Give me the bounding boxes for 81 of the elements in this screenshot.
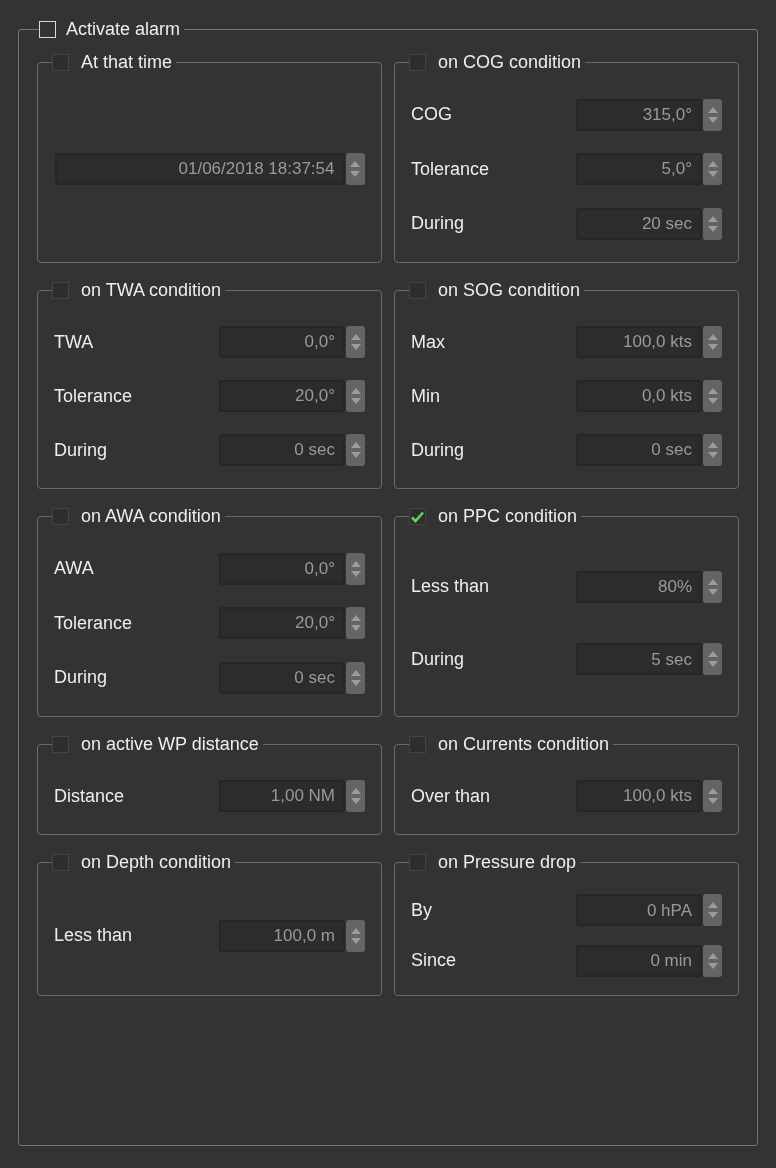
checkbox-label: Activate alarm xyxy=(66,18,181,41)
checkmark-icon xyxy=(411,510,424,523)
field-label: Tolerance xyxy=(54,384,133,408)
spin-field[interactable]: 01/06/2018 18:37:54 xyxy=(54,153,345,185)
spin-field[interactable]: 80% xyxy=(576,570,702,603)
spin-arrows-icon[interactable] xyxy=(703,98,722,131)
field-label: During xyxy=(411,438,465,462)
field-label: Tolerance xyxy=(54,611,133,635)
field-label: During xyxy=(411,212,465,235)
field-label: TWA xyxy=(54,330,94,354)
field-label: Max xyxy=(411,330,445,354)
spin-field[interactable]: 0,0° xyxy=(219,326,345,358)
spin-arrows-icon[interactable] xyxy=(703,153,722,185)
checkbox[interactable] xyxy=(409,282,426,299)
spin-field[interactable]: 1,00 NM xyxy=(219,780,345,812)
spin-arrows-icon[interactable] xyxy=(703,326,722,358)
spin-arrows-icon[interactable] xyxy=(703,944,722,977)
spin-arrows-icon[interactable] xyxy=(703,643,722,676)
spin-arrows-icon[interactable] xyxy=(345,153,365,185)
spin-field[interactable]: 0 sec xyxy=(219,434,345,466)
spin-arrows-icon[interactable] xyxy=(346,780,365,812)
field-label: During xyxy=(411,647,465,671)
spin-arrows-icon[interactable] xyxy=(346,434,365,466)
checkbox-label: on AWA condition xyxy=(81,505,221,528)
spin-field[interactable]: 0 min xyxy=(576,944,702,977)
checkbox[interactable] xyxy=(409,54,426,71)
checkbox[interactable] xyxy=(409,508,426,525)
checkbox-label: on SOG condition xyxy=(438,279,581,302)
checkbox-label: on Pressure drop xyxy=(438,851,577,874)
field-label: COG xyxy=(411,103,452,126)
checkbox[interactable] xyxy=(52,282,69,299)
spin-arrows-icon[interactable] xyxy=(703,434,722,466)
checkbox-label: on PPC condition xyxy=(438,505,578,528)
checkbox[interactable] xyxy=(52,508,69,525)
spin-field[interactable]: 315,0° xyxy=(576,98,702,131)
field-label: Tolerance xyxy=(411,157,490,181)
field-label: Over than xyxy=(411,784,491,808)
checkbox[interactable] xyxy=(52,736,69,753)
spin-arrows-icon[interactable] xyxy=(346,919,365,952)
spin-field[interactable]: 20,0° xyxy=(219,380,345,412)
spin-arrows-icon[interactable] xyxy=(703,570,722,603)
spin-field[interactable]: 100,0 kts xyxy=(576,780,702,812)
spin-field[interactable]: 5,0° xyxy=(576,153,702,185)
field-label: AWA xyxy=(54,557,94,580)
field-label: Since xyxy=(411,949,457,973)
spin-field[interactable]: 20,0° xyxy=(219,607,345,639)
field-label: Min xyxy=(411,384,440,408)
checkbox-label: on Depth condition xyxy=(81,851,232,874)
checkbox-label: on active WP distance xyxy=(81,733,259,756)
spin-field[interactable]: 100,0 m xyxy=(219,919,345,952)
spin-field[interactable]: 0 hPA xyxy=(576,894,702,927)
checkbox-label: on Currents condition xyxy=(438,733,610,756)
spin-field[interactable]: 0 sec xyxy=(219,661,345,694)
checkbox[interactable] xyxy=(409,736,426,753)
checkbox[interactable] xyxy=(52,54,69,71)
checkbox-label: At that time xyxy=(81,51,173,74)
spin-arrows-icon[interactable] xyxy=(346,661,365,694)
checkbox-label: on TWA condition xyxy=(81,279,222,302)
spin-arrows-icon[interactable] xyxy=(346,607,365,639)
field-label: During xyxy=(54,438,108,462)
checkbox[interactable] xyxy=(52,854,69,871)
checkbox[interactable] xyxy=(409,854,426,871)
spin-arrows-icon[interactable] xyxy=(703,894,722,927)
checkbox-label: on COG condition xyxy=(438,51,582,74)
spin-field[interactable]: 5 sec xyxy=(576,643,702,676)
spin-field[interactable]: 0 sec xyxy=(576,434,702,466)
spin-field[interactable]: 20 sec xyxy=(576,207,702,240)
field-label: Less than xyxy=(411,575,490,599)
spin-field[interactable]: 0,0° xyxy=(219,552,345,585)
spin-arrows-icon[interactable] xyxy=(346,552,365,585)
spin-arrows-icon[interactable] xyxy=(703,207,722,240)
field-label: By xyxy=(411,898,432,922)
spin-arrows-icon[interactable] xyxy=(346,326,365,358)
spin-arrows-icon[interactable] xyxy=(346,380,365,412)
field-label: During xyxy=(54,666,108,689)
spin-field[interactable]: 0,0 kts xyxy=(576,380,702,412)
field-label: Distance xyxy=(54,784,125,808)
field-label: Less than xyxy=(54,924,133,947)
spin-arrows-icon[interactable] xyxy=(703,380,722,412)
spin-arrows-icon[interactable] xyxy=(703,780,722,812)
spin-field[interactable]: 100,0 kts xyxy=(576,326,702,358)
